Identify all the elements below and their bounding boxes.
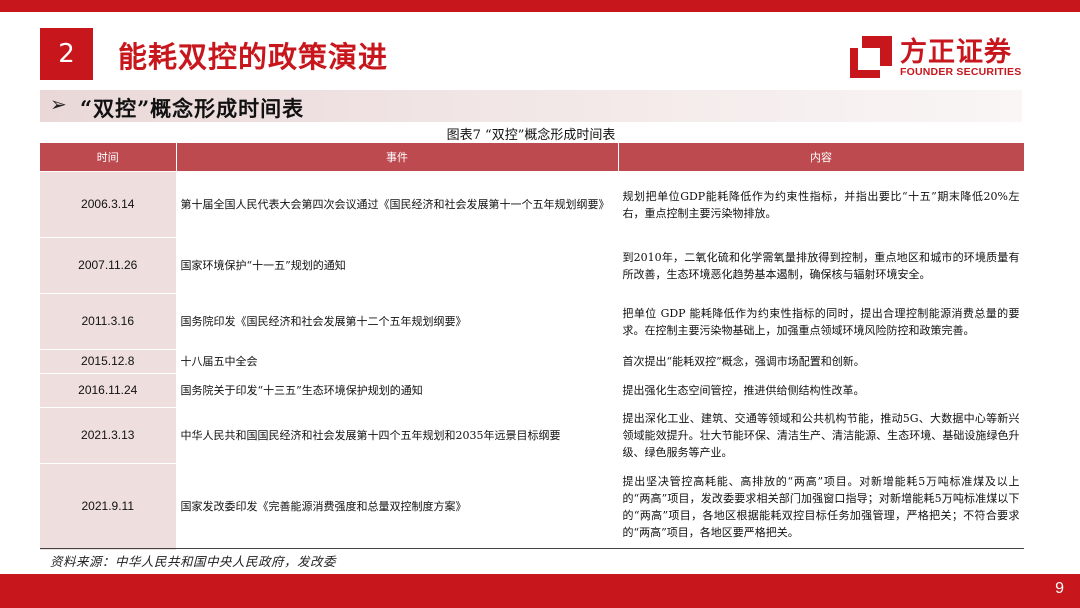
cell-event: 第十届全国人民代表大会第四次会议通过《国民经济和社会发展第十一个五年规划纲要》 xyxy=(176,171,619,238)
cell-time: 2015.12.8 xyxy=(40,349,177,374)
cell-time: 2016.11.24 xyxy=(40,373,177,408)
cell-time: 2021.3.13 xyxy=(40,407,177,464)
cell-event: 国家发改委印发《完善能源消费强度和总量双控制度方案》 xyxy=(176,463,619,550)
cell-content: 到2010年，二氧化硫和化学需氧量排放得到控制，重点地区和城市的环境质量有所改善… xyxy=(618,237,1025,294)
logo-chinese-name: 方正证券 xyxy=(900,37,1012,68)
table-row: 2021.3.13 中华人民共和国国民经济和社会发展第十四个五年规划和2035年… xyxy=(40,407,1025,464)
table-header-row: 时间 事件 内容 xyxy=(40,143,1025,172)
column-header-time: 时间 xyxy=(40,143,177,172)
section-subheader: ➢ “双控”概念形成时间表 xyxy=(40,90,1022,122)
cell-time: 2011.3.16 xyxy=(40,293,177,350)
table-row: 2011.3.16 国务院印发《国民经济和社会发展第十二个五年规划纲要》 把单位… xyxy=(40,293,1025,350)
column-header-content: 内容 xyxy=(618,143,1025,172)
cell-content: 提出深化工业、建筑、交通等领域和公共机构节能，推动5G、大数据中心等新兴领域能效… xyxy=(618,407,1025,464)
cell-event: 国务院印发《国民经济和社会发展第十二个五年规划纲要》 xyxy=(176,293,619,350)
cell-content: 把单位 GDP 能耗降低作为约束性指标的同时，提出合理控制能源消费总量的要求。在… xyxy=(618,293,1025,350)
table-row: 2021.9.11 国家发改委印发《完善能源消费强度和总量双控制度方案》 提出坚… xyxy=(40,463,1025,550)
cell-event: 十八届五中全会 xyxy=(176,349,619,374)
cell-time: 2007.11.26 xyxy=(40,237,177,294)
cell-event: 国家环境保护“十一五”规划的通知 xyxy=(176,237,619,294)
table-row: 2006.3.14 第十届全国人民代表大会第四次会议通过《国民经济和社会发展第十… xyxy=(40,171,1025,238)
column-header-event: 事件 xyxy=(176,143,619,172)
source-note: 资料来源：中华人民共和国中央人民政府，发改委 xyxy=(50,554,337,569)
cell-time: 2006.3.14 xyxy=(40,171,177,238)
company-logo: 方正证券 FOUNDER SECURITIES xyxy=(848,34,1028,80)
logo-english-name: FOUNDER SECURITIES xyxy=(900,66,1022,78)
section-number-badge: 2 xyxy=(40,28,93,80)
table-row: 2015.12.8 十八届五中全会 首次提出“能耗双控”概念，强调市场配置和创新… xyxy=(40,349,1025,374)
table-row: 2007.11.26 国家环境保护“十一五”规划的通知 到2010年，二氧化硫和… xyxy=(40,237,1025,294)
cell-content: 提出强化生态空间管控，推进供给侧结构性改革。 xyxy=(618,373,1025,408)
cell-content: 提出坚决管控高耗能、高排放的“两高”项目。对新增能耗5万吨标准煤及以上的“两高”… xyxy=(618,463,1025,550)
cell-content: 规划把单位GDP能耗降低作为约束性指标，并指出要比“十五”期末降低20%左右，重… xyxy=(618,171,1025,238)
cell-event: 中华人民共和国国民经济和社会发展第十四个五年规划和2035年远景目标纲要 xyxy=(176,407,619,464)
footer-divider xyxy=(40,548,1024,549)
timeline-table: 时间 事件 内容 2006.3.14 第十届全国人民代表大会第四次会议通过《国民… xyxy=(40,143,1025,550)
subheader-text: “双控”概念形成时间表 xyxy=(80,96,305,121)
bottom-accent-bar xyxy=(0,574,1080,608)
cell-event: 国务院关于印发“十三五”生态环境保护规划的通知 xyxy=(176,373,619,408)
table-row: 2016.11.24 国务院关于印发“十三五”生态环境保护规划的通知 提出强化生… xyxy=(40,373,1025,408)
page-title: 能耗双控的政策演进 xyxy=(118,40,389,74)
cell-content: 首次提出“能耗双控”概念，强调市场配置和创新。 xyxy=(618,349,1025,374)
page-number: 9 xyxy=(1055,580,1064,597)
arrow-bullet-icon: ➢ xyxy=(50,92,67,116)
cell-time: 2021.9.11 xyxy=(40,463,177,550)
table-caption: 图表7 “双控”概念形成时间表 xyxy=(446,128,616,143)
top-accent-bar xyxy=(0,0,1080,12)
founder-logo-icon xyxy=(850,36,892,78)
